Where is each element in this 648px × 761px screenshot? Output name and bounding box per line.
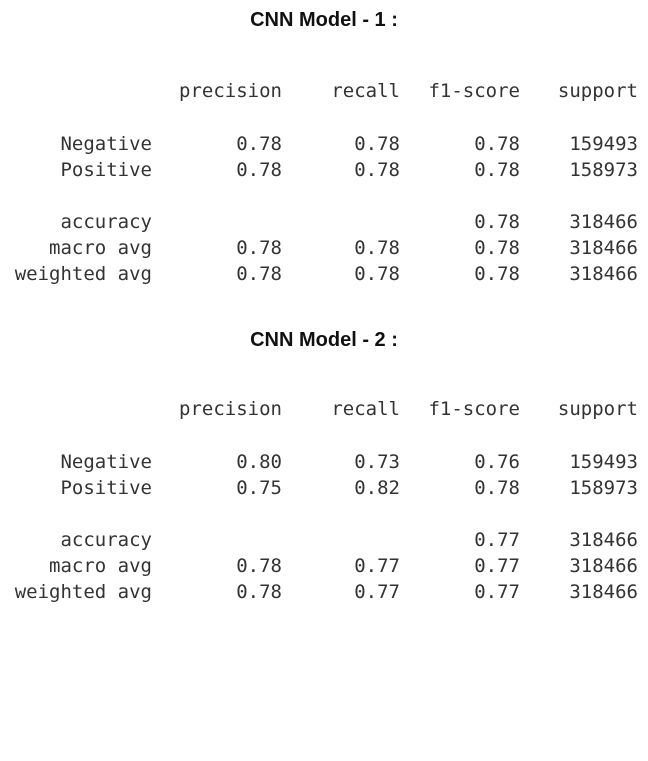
support-value: 318466 — [569, 263, 638, 285]
header-row: precision recall f1-score support — [0, 396, 648, 422]
report-title: CNN Model - 1 : — [250, 9, 398, 31]
table-row: weighted avg 0.78 0.78 0.78 318466 — [0, 261, 648, 287]
column-header-precision: precision — [179, 398, 282, 420]
precision-value: 0.78 — [236, 263, 282, 285]
support-value: 159493 — [569, 133, 638, 155]
row-label: weighted avg — [14, 263, 152, 285]
row-label: macro avg — [49, 555, 152, 577]
recall-value: 0.78 — [354, 159, 400, 181]
f1-score-value: 0.78 — [474, 211, 520, 233]
report-title: CNN Model - 2 : — [250, 329, 398, 351]
column-header-recall: recall — [331, 80, 400, 102]
column-header-f1-score: f1-score — [428, 80, 520, 102]
recall-value: 0.78 — [354, 133, 400, 155]
column-header-precision: precision — [179, 80, 282, 102]
table-row: macro avg 0.78 0.78 0.78 318466 — [0, 235, 648, 261]
table-row: Positive 0.75 0.82 0.78 158973 — [0, 475, 648, 501]
f1-score-value: 0.77 — [474, 555, 520, 577]
precision-value: 0.78 — [236, 555, 282, 577]
support-value: 318466 — [569, 237, 638, 259]
table-row: macro avg 0.78 0.77 0.77 318466 — [0, 553, 648, 579]
column-header-f1-score: f1-score — [428, 398, 520, 420]
recall-value: 0.77 — [354, 555, 400, 577]
table-row: accuracy 0.78 318466 — [0, 209, 648, 235]
f1-score-value: 0.78 — [474, 159, 520, 181]
row-label: accuracy — [60, 211, 152, 233]
support-value: 159493 — [569, 451, 638, 473]
recall-value: 0.82 — [354, 477, 400, 499]
f1-score-value: 0.78 — [474, 133, 520, 155]
precision-value: 0.78 — [236, 133, 282, 155]
row-label: Positive — [60, 159, 152, 181]
recall-value: 0.78 — [354, 237, 400, 259]
column-header-support: support — [557, 398, 638, 420]
column-header-recall: recall — [331, 398, 400, 420]
table-row: accuracy 0.77 318466 — [0, 527, 648, 553]
support-value: 318466 — [569, 211, 638, 233]
support-value: 318466 — [569, 581, 638, 603]
recall-value: 0.78 — [354, 263, 400, 285]
table-row: Positive 0.78 0.78 0.78 158973 — [0, 157, 648, 183]
header-row: precision recall f1-score support — [0, 78, 648, 104]
f1-score-value: 0.76 — [474, 451, 520, 473]
table-row: weighted avg 0.78 0.77 0.77 318466 — [0, 579, 648, 605]
row-label: Negative — [60, 451, 152, 473]
f1-score-value: 0.77 — [474, 581, 520, 603]
table-row: Negative 0.80 0.73 0.76 159493 — [0, 449, 648, 475]
column-header-support: support — [557, 80, 638, 102]
f1-score-value: 0.78 — [474, 263, 520, 285]
recall-value: 0.77 — [354, 581, 400, 603]
row-label: macro avg — [49, 237, 152, 259]
support-value: 318466 — [569, 529, 638, 551]
support-value: 158973 — [569, 159, 638, 181]
support-value: 158973 — [569, 477, 638, 499]
precision-value: 0.78 — [236, 159, 282, 181]
f1-score-value: 0.78 — [474, 237, 520, 259]
row-label: Negative — [60, 133, 152, 155]
support-value: 318466 — [569, 555, 638, 577]
row-label: Positive — [60, 477, 152, 499]
precision-value: 0.78 — [236, 237, 282, 259]
row-label: accuracy — [60, 529, 152, 551]
table-row: Negative 0.78 0.78 0.78 159493 — [0, 131, 648, 157]
recall-value: 0.73 — [354, 451, 400, 473]
precision-value: 0.78 — [236, 581, 282, 603]
precision-value: 0.75 — [236, 477, 282, 499]
f1-score-value: 0.78 — [474, 477, 520, 499]
precision-value: 0.80 — [236, 451, 282, 473]
row-label: weighted avg — [14, 581, 152, 603]
f1-score-value: 0.77 — [474, 529, 520, 551]
